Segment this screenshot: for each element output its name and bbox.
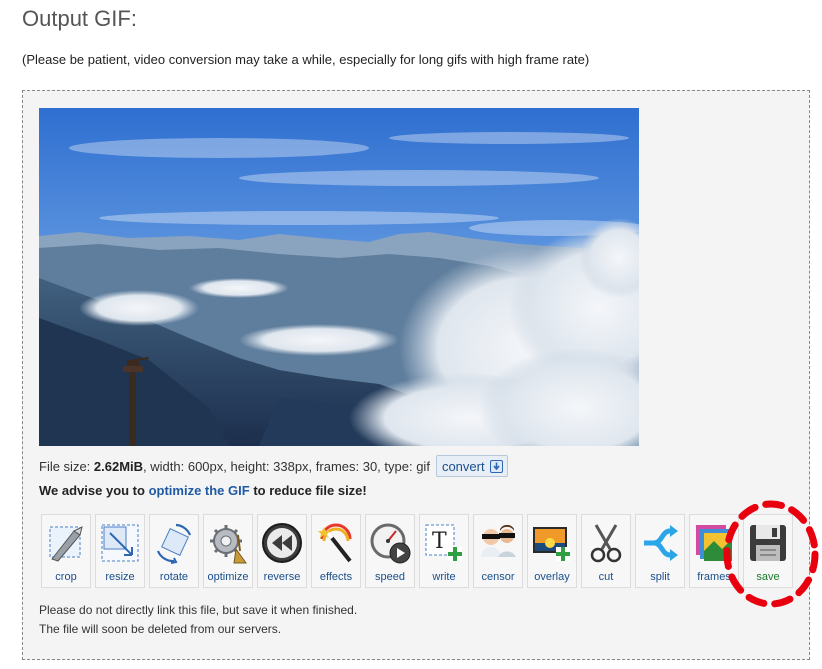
frames-icon — [691, 519, 737, 567]
advise-before: We advise you to — [39, 483, 149, 498]
tool-resize[interactable]: resize — [95, 514, 145, 588]
tool-frames[interactable]: frames — [689, 514, 739, 588]
tool-label: split — [650, 571, 670, 583]
advise-after: to reduce file size! — [249, 483, 367, 498]
tool-label: effects — [319, 571, 353, 583]
output-panel: File size: 2.62MiB , width: 600px, heigh… — [22, 90, 810, 660]
page-title: Output GIF: — [22, 6, 137, 31]
tool-label: rotate — [159, 571, 189, 583]
footer-line-1: Please do not directly link this file, b… — [39, 603, 358, 617]
file-info: File size: 2.62MiB , width: 600px, heigh… — [39, 455, 508, 477]
censor-icon — [475, 519, 521, 567]
conversion-note: (Please be patient, video conversion may… — [22, 52, 590, 67]
overlay-icon — [529, 519, 575, 567]
tool-label: cut — [598, 571, 614, 583]
tool-label: censor — [481, 571, 515, 583]
tool-label: save — [756, 571, 780, 583]
speed-icon — [367, 519, 413, 567]
footer-line-2: The file will soon be deleted from our s… — [39, 622, 282, 636]
tool-label: crop — [55, 571, 77, 583]
crop-icon — [43, 519, 89, 567]
tool-write[interactable]: T write — [419, 514, 469, 588]
tool-save[interactable]: save — [743, 514, 793, 588]
optimize-icon — [205, 519, 251, 567]
tool-speed[interactable]: speed — [365, 514, 415, 588]
write-icon: T — [421, 519, 467, 567]
mountain-landscape-image — [39, 108, 639, 446]
tool-split[interactable]: split — [635, 514, 685, 588]
rotate-icon — [151, 519, 197, 567]
file-size-value: 2.62MiB — [93, 458, 144, 474]
tool-crop[interactable]: crop — [41, 514, 91, 588]
tool-label: optimize — [207, 571, 249, 583]
tool-cut[interactable]: cut — [581, 514, 631, 588]
optimize-gif-link[interactable]: optimize the GIF — [149, 483, 250, 498]
tool-effects[interactable]: effects — [311, 514, 361, 588]
tool-label: speed — [375, 571, 405, 583]
tool-label: reverse — [263, 571, 301, 583]
tool-label: resize — [105, 571, 135, 583]
tool-label: overlay — [534, 571, 570, 583]
footer-note: Please do not directly link this file, b… — [39, 601, 357, 639]
reverse-icon — [259, 519, 305, 567]
tool-label: frames — [697, 571, 731, 583]
resize-icon — [97, 519, 143, 567]
cut-icon — [583, 519, 629, 567]
tool-optimize[interactable]: optimize — [203, 514, 253, 588]
effects-icon — [313, 519, 359, 567]
tool-overlay[interactable]: overlay — [527, 514, 577, 588]
toolbar: crop resize rotate optimize reverse effe… — [41, 514, 797, 588]
file-info-details: , width: 600px, height: 338px, frames: 3… — [143, 458, 430, 474]
tool-reverse[interactable]: reverse — [257, 514, 307, 588]
file-info-prefix: File size: — [39, 458, 94, 474]
convert-label: convert — [441, 458, 485, 474]
gif-preview — [39, 108, 639, 446]
advise-text: We advise you to optimize the GIF to red… — [39, 483, 367, 498]
tool-label: write — [432, 571, 456, 583]
tool-rotate[interactable]: rotate — [149, 514, 199, 588]
download-arrow-icon — [489, 459, 503, 473]
svg-text:T: T — [432, 529, 447, 554]
tool-censor[interactable]: censor — [473, 514, 523, 588]
save-icon — [745, 519, 791, 567]
split-icon — [637, 519, 683, 567]
convert-button[interactable]: convert — [435, 455, 508, 477]
